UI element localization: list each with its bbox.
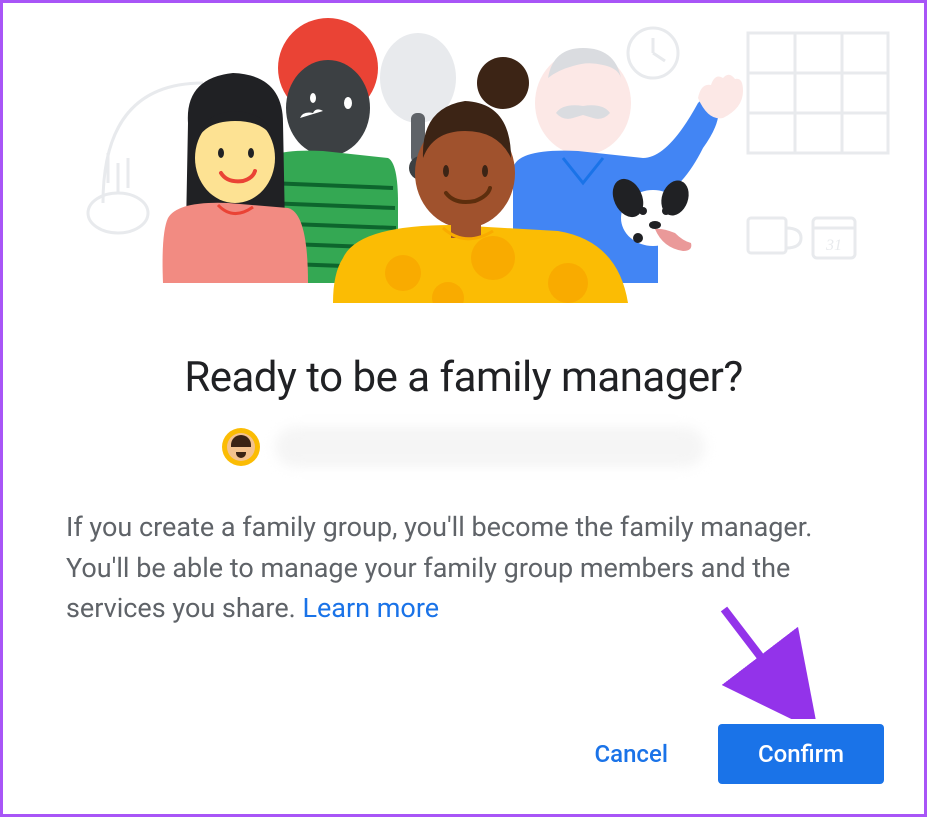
dialog-description: If you create a family group, you'll bec… [3, 467, 924, 629]
description-text: If you create a family group, you'll bec… [66, 511, 812, 624]
learn-more-link[interactable]: Learn more [302, 592, 439, 624]
family-illustration: 31 [3, 3, 924, 303]
user-account-row [3, 427, 924, 467]
dialog-title: Ready to be a family manager? [3, 353, 924, 402]
confirm-button[interactable]: Confirm [718, 724, 884, 784]
svg-text:31: 31 [825, 237, 842, 254]
button-row: Cancel Confirm [574, 724, 884, 784]
user-email-redacted [275, 427, 705, 467]
cancel-button[interactable]: Cancel [574, 728, 687, 780]
user-avatar [222, 428, 260, 466]
dialog-container: 31 [0, 0, 927, 817]
